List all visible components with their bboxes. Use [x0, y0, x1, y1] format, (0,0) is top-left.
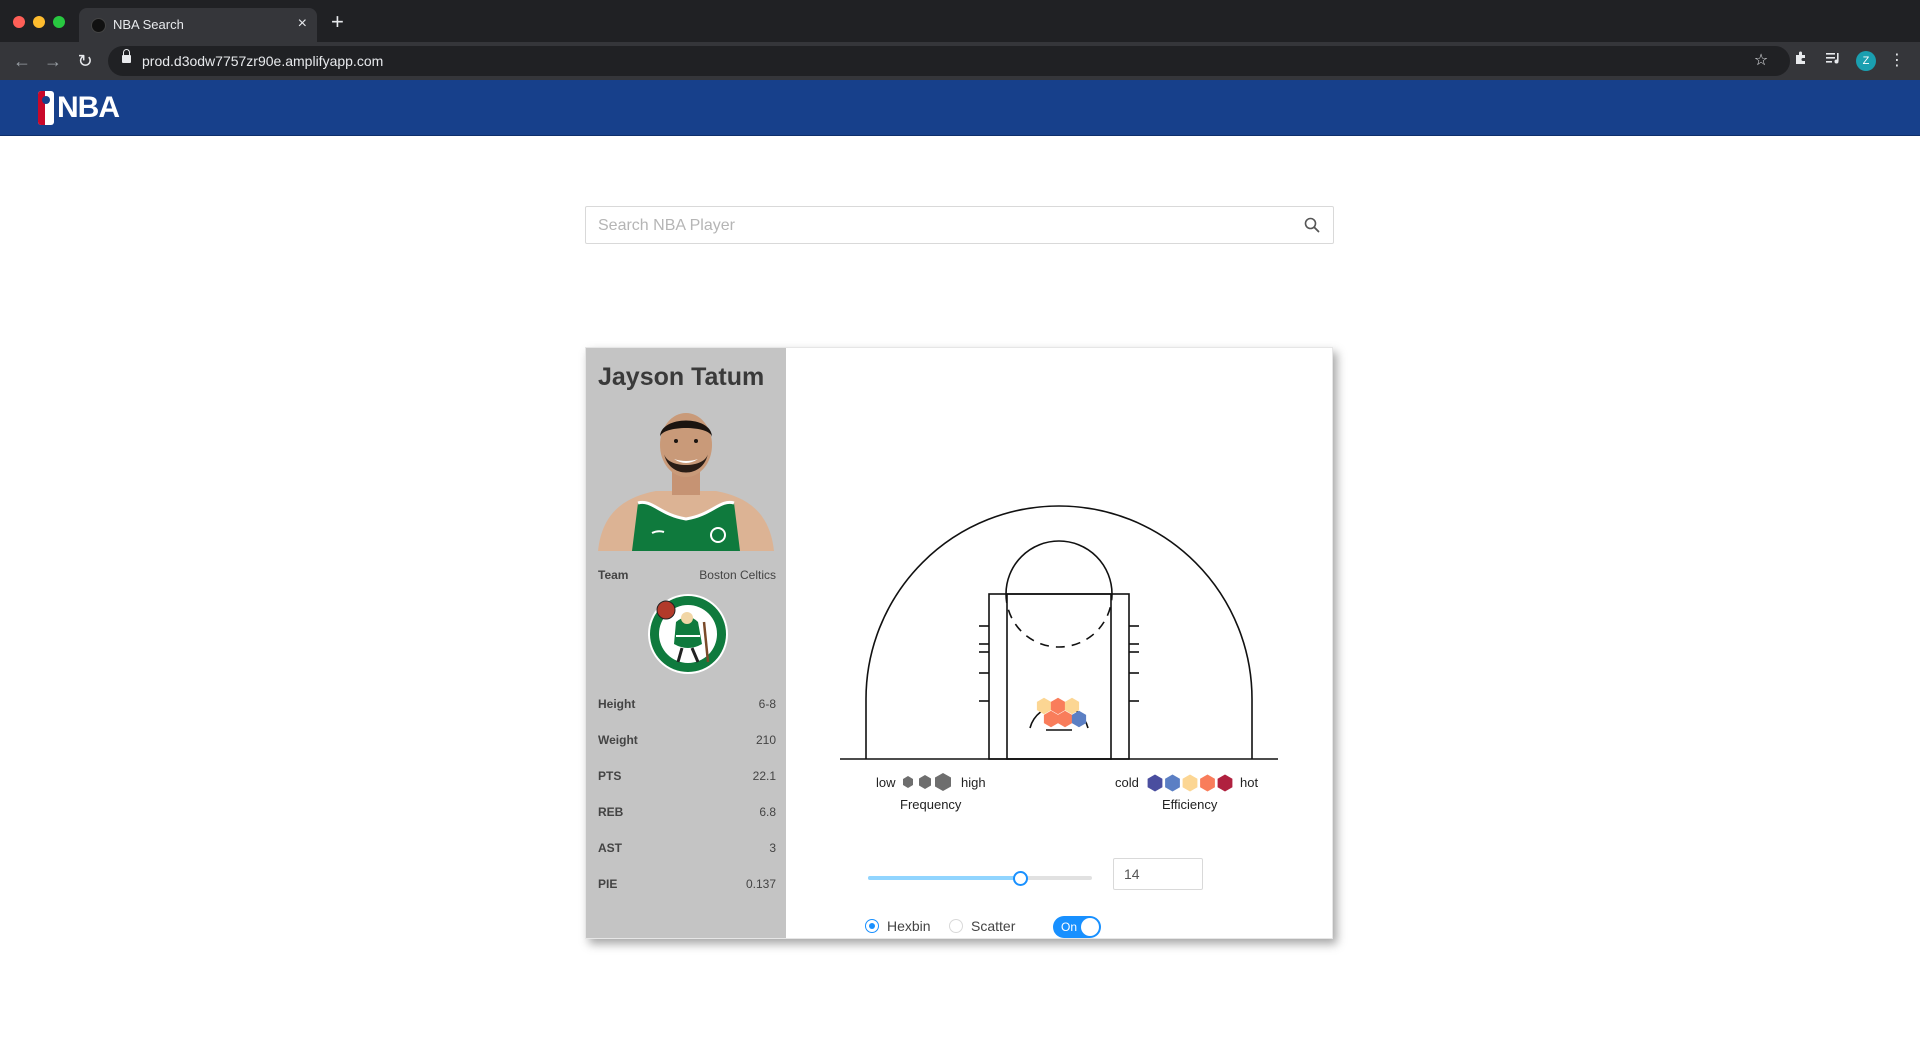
shot-hexbin	[1057, 710, 1073, 728]
stat-row-reb: REB 6.8	[598, 805, 776, 821]
display-toggle-switch[interactable]: On	[1053, 916, 1101, 938]
inner-lane	[1006, 593, 1112, 760]
minimize-window-button[interactable]	[33, 16, 45, 28]
stat-label: Height	[598, 697, 636, 711]
url-text[interactable]: prod.d3odw7757zr90e.amplifyapp.com	[142, 53, 383, 69]
reload-icon[interactable]: ↻	[74, 50, 96, 72]
slider-fill	[868, 876, 1021, 880]
player-photo	[594, 403, 778, 551]
efficiency-legend-hex	[1217, 774, 1233, 792]
legend-efficiency-hot: hot	[1240, 775, 1259, 790]
shot-hexbin	[1050, 697, 1066, 715]
address-bar[interactable]: prod.d3odw7757zr90e.amplifyapp.com	[108, 46, 1790, 76]
browser-toolbar: ← → ↻ prod.d3odw7757zr90e.amplifyapp.com…	[0, 42, 1920, 80]
nba-favicon-icon	[91, 18, 106, 33]
nba-logo-icon	[38, 91, 54, 125]
player-name: Jayson Tatum	[598, 363, 765, 391]
player-card: Jayson Tatum Team Boston Celtics Height …	[585, 347, 1333, 939]
stat-row-weight: Weight 210	[598, 733, 776, 749]
radio-scatter-label[interactable]: Scatter	[971, 918, 1015, 934]
outer-lane	[988, 593, 1130, 760]
frequency-legend-hex-medium	[919, 775, 931, 789]
new-tab-button[interactable]: +	[331, 11, 344, 33]
team-value: Boston Celtics	[699, 568, 776, 582]
site-header: NBA	[0, 80, 1920, 136]
maximize-window-button[interactable]	[53, 16, 65, 28]
player-info-panel: Jayson Tatum Team Boston Celtics Height …	[586, 348, 786, 938]
stat-label: REB	[598, 805, 624, 819]
stat-label: PIE	[598, 877, 618, 891]
stat-label: PTS	[598, 769, 622, 783]
nba-logo[interactable]: NBA	[38, 90, 120, 126]
hexbin-size-slider[interactable]	[868, 871, 1092, 886]
search-input[interactable]	[596, 207, 1290, 245]
switch-label: On	[1061, 920, 1078, 934]
efficiency-legend-hex	[1165, 774, 1180, 792]
browser-tab-bar: NBA Search × +	[0, 0, 1920, 42]
celtics-logo	[648, 594, 728, 674]
stat-value: 6.8	[759, 805, 776, 819]
team-row: Team Boston Celtics	[598, 568, 776, 584]
extensions-icon[interactable]	[1790, 50, 1812, 72]
stat-label: AST	[598, 841, 622, 855]
free-throw-circle-top	[1005, 540, 1113, 595]
efficiency-legend-hexes	[1147, 774, 1233, 792]
stat-value: 210	[755, 733, 776, 747]
back-arrow-icon[interactable]: ←	[11, 50, 33, 72]
star-icon[interactable]: ☆	[1750, 50, 1772, 72]
stat-row-ast: AST 3	[598, 841, 776, 857]
legend-frequency-low: low	[876, 775, 896, 790]
browser-tab-active[interactable]: NBA Search ×	[79, 8, 317, 42]
close-window-button[interactable]	[13, 16, 25, 28]
stat-row-pie: PIE 0.137	[598, 877, 776, 893]
stat-label: Weight	[598, 733, 638, 747]
frequency-legend-hex-small	[903, 776, 913, 788]
profile-avatar[interactable]: Z	[1856, 51, 1876, 71]
nba-logo-text: NBA	[57, 91, 120, 124]
tab-close-icon[interactable]: ×	[298, 14, 307, 34]
shot-chart-court	[840, 505, 1278, 760]
frequency-legend-hexes	[903, 773, 951, 791]
stat-value: 3	[769, 841, 776, 855]
radio-hexbin[interactable]: Hexbin	[865, 916, 931, 936]
stat-value: 0.137	[745, 877, 776, 891]
legend-efficiency-title: Efficiency	[1162, 797, 1218, 812]
switch-knob	[1081, 918, 1099, 936]
search-icon[interactable]	[1303, 216, 1321, 234]
shot-hexbin	[1043, 710, 1059, 728]
free-throw-circle-dashed	[1005, 593, 1113, 648]
efficiency-legend-hex	[1182, 774, 1198, 792]
tab-title: NBA Search	[113, 17, 184, 32]
radio-scatter[interactable]: Scatter	[949, 916, 1015, 936]
search-box	[585, 206, 1334, 245]
slider-handle[interactable]	[1013, 871, 1029, 886]
stat-row-pts: PTS 22.1	[598, 769, 776, 785]
efficiency-legend-hex	[1200, 774, 1215, 792]
menu-icon[interactable]: ⋮	[1886, 50, 1908, 72]
legend-efficiency-cold: cold	[1115, 775, 1139, 790]
radio-hexbin-circle[interactable]	[865, 919, 879, 933]
efficiency-legend-hex	[1147, 774, 1163, 792]
frequency-legend-hex-large	[935, 773, 951, 791]
hexbin-size-input[interactable]: 14	[1113, 858, 1203, 890]
lock-icon[interactable]	[122, 49, 131, 63]
stat-row-height: Height 6-8	[598, 697, 776, 713]
shot-hexbin	[1036, 697, 1052, 715]
shot-hexbin	[1071, 710, 1087, 728]
team-label: Team	[598, 568, 629, 582]
forward-arrow-icon[interactable]: →	[42, 50, 64, 72]
stat-value: 22.1	[752, 769, 776, 783]
media-icon[interactable]	[1822, 50, 1844, 72]
legend-frequency-high: high	[961, 775, 986, 790]
radio-hexbin-label[interactable]: Hexbin	[887, 918, 931, 934]
stat-value: 6-8	[758, 697, 776, 711]
legend-frequency-title: Frequency	[900, 797, 962, 812]
radio-scatter-circle[interactable]	[949, 919, 963, 933]
